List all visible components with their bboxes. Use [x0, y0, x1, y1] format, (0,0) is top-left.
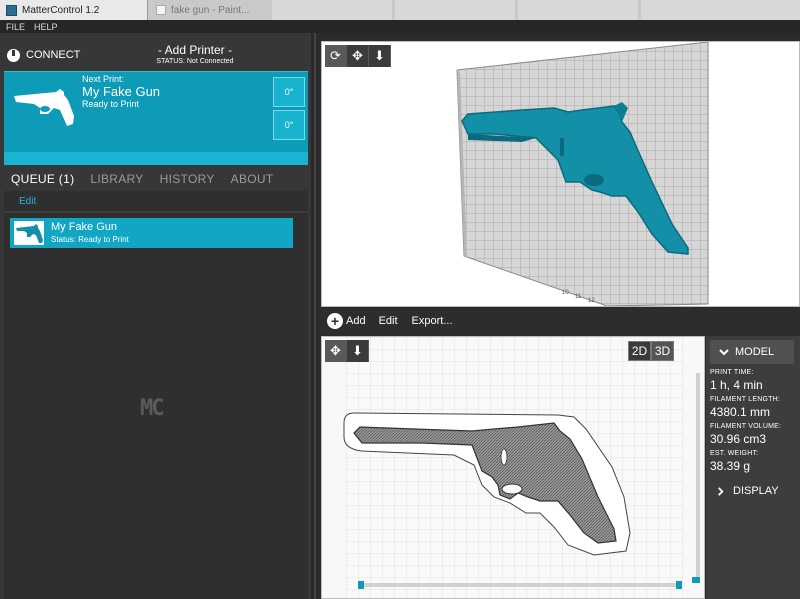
- add-printer-selector[interactable]: - Add Printer -: [140, 43, 250, 57]
- gun-icon: [16, 224, 43, 243]
- vertical-slider-track[interactable]: [696, 373, 700, 583]
- next-print-status: Ready to Print: [82, 99, 140, 109]
- connect-label: CONNECT: [26, 49, 81, 61]
- left-panel: CONNECT - Add Printer - STATUS: Not Conn…: [0, 33, 318, 599]
- window-tabstrip: MatterControl 1.2 fake gun - Paint...: [0, 0, 800, 20]
- chevron-down-icon: [719, 349, 729, 356]
- next-print-label: Next Print:: [82, 74, 125, 84]
- part-toolbar: + Add Edit Export...: [321, 309, 800, 333]
- queue-divider: [4, 211, 308, 213]
- mattercontrol-app-icon: [6, 4, 17, 16]
- model-button[interactable]: MODEL: [710, 340, 794, 364]
- power-icon: [7, 48, 20, 62]
- extruder-temp[interactable]: 0°: [273, 77, 305, 107]
- menu-bar: FILE HELP: [0, 20, 800, 33]
- stats-panel: MODEL PRINT TIME: 1 h, 4 min FILAMENT LE…: [706, 336, 800, 599]
- menu-help[interactable]: HELP: [34, 22, 58, 32]
- connect-bar: CONNECT - Add Printer - STATUS: Not Conn…: [0, 41, 318, 69]
- window-title: MatterControl 1.2: [22, 4, 100, 16]
- view-mode-toggle: 2D 3D: [628, 341, 674, 361]
- cylinder-slot: [500, 448, 508, 466]
- taskbar-tab[interactable]: [641, 0, 800, 20]
- queue-panel: Edit My Fake Gun Status: Ready to Print …: [4, 191, 308, 599]
- 3d-view[interactable]: 10 11 12 ⟳ ✥ ⬇: [321, 41, 800, 307]
- left-tabs: QUEUE (1) LIBRARY HISTORY ABOUT: [4, 169, 308, 189]
- queue-edit-link[interactable]: Edit: [19, 196, 36, 207]
- chevron-right-icon: [718, 486, 724, 496]
- panel-splitter[interactable]: [311, 33, 319, 599]
- list-item[interactable]: My Fake Gun Status: Ready to Print: [10, 218, 293, 248]
- menu-file[interactable]: FILE: [6, 22, 25, 32]
- horizontal-slider-start-handle[interactable]: [358, 581, 364, 589]
- add-label: Add: [346, 315, 366, 327]
- filament-volume-value: 30.96 cm3: [710, 432, 767, 446]
- gun-thumbnail-icon: [14, 89, 74, 126]
- display-button[interactable]: DISPLAY: [716, 485, 779, 497]
- model-label: MODEL: [735, 346, 775, 358]
- plus-icon: +: [327, 313, 343, 329]
- 2d-view-tools: ✥ ⬇: [325, 340, 369, 362]
- zoom-icon[interactable]: ⬇: [369, 45, 391, 67]
- taskbar-tab[interactable]: [395, 0, 515, 20]
- next-print-name: My Fake Gun: [82, 84, 161, 99]
- next-print-panel: Next Print: My Fake Gun Ready to Print 0…: [4, 71, 308, 165]
- next-print-strip: [4, 152, 308, 165]
- zoom-icon[interactable]: ⬇: [347, 340, 369, 362]
- add-button[interactable]: + Add: [327, 313, 366, 329]
- toggle-2d-button[interactable]: 2D: [628, 341, 651, 361]
- horizontal-slider-end-handle[interactable]: [676, 581, 682, 589]
- move-icon[interactable]: ✥: [325, 340, 347, 362]
- print-time-label: PRINT TIME:: [710, 369, 754, 376]
- toggle-3d-button[interactable]: 3D: [651, 341, 674, 361]
- mattercontrol-logo: MC: [140, 396, 164, 421]
- queue-item-thumbnail: [14, 221, 44, 245]
- grid-label: 10: [562, 290, 569, 296]
- vertical-slider-handle[interactable]: [692, 577, 700, 583]
- queue-item-name: My Fake Gun: [51, 221, 118, 233]
- taskbar-tab[interactable]: [272, 0, 392, 20]
- 2d-scene: [343, 337, 700, 598]
- bed-temp[interactable]: 0°: [273, 110, 305, 140]
- tab-about[interactable]: ABOUT: [231, 172, 274, 186]
- connect-button[interactable]: CONNECT: [7, 45, 80, 65]
- weight-value: 38.39 g: [710, 459, 751, 473]
- tab-history[interactable]: HISTORY: [160, 172, 215, 186]
- filament-length-value: 4380.1 mm: [710, 405, 771, 419]
- grid-label: 12: [588, 298, 595, 304]
- app-window-tab[interactable]: MatterControl 1.2: [0, 0, 148, 20]
- filament-length-label: FILAMENT LENGTH:: [710, 396, 780, 403]
- 3d-view-tools: ⟳ ✥ ⬇: [325, 45, 391, 67]
- tab-library[interactable]: LIBRARY: [90, 172, 143, 186]
- edit-button[interactable]: Edit: [379, 315, 398, 327]
- filament-volume-label: FILAMENT VOLUME:: [710, 423, 782, 430]
- tab-queue[interactable]: QUEUE (1): [11, 172, 74, 186]
- export-button[interactable]: Export...: [412, 315, 453, 327]
- background-window-title: fake gun - Paint...: [171, 4, 250, 16]
- weight-label: EST. WEIGHT:: [710, 450, 759, 457]
- grid-label: 11: [575, 294, 582, 300]
- taskbar-tab[interactable]: [518, 0, 638, 20]
- background-window-tab[interactable]: fake gun - Paint...: [150, 0, 270, 20]
- horizontal-slider-track[interactable]: [358, 583, 680, 587]
- move-icon[interactable]: ✥: [347, 45, 369, 67]
- rotate-icon[interactable]: ⟳: [325, 45, 347, 67]
- print-time-value: 1 h, 4 min: [710, 378, 763, 392]
- gun-model-3d-trigger: [584, 174, 604, 186]
- display-label: DISPLAY: [733, 485, 779, 497]
- queue-item-status: Status: Ready to Print: [51, 235, 129, 244]
- 2d-layer-view[interactable]: ✥ ⬇ 2D 3D: [321, 336, 705, 599]
- paint-app-icon: [156, 5, 166, 15]
- gun-model-3d-slot: [560, 138, 564, 156]
- printer-status: STATUS: Not Connected: [156, 58, 234, 65]
- trigger-guard-hole: [501, 483, 523, 495]
- 3d-scene: 10 11 12: [456, 42, 709, 306]
